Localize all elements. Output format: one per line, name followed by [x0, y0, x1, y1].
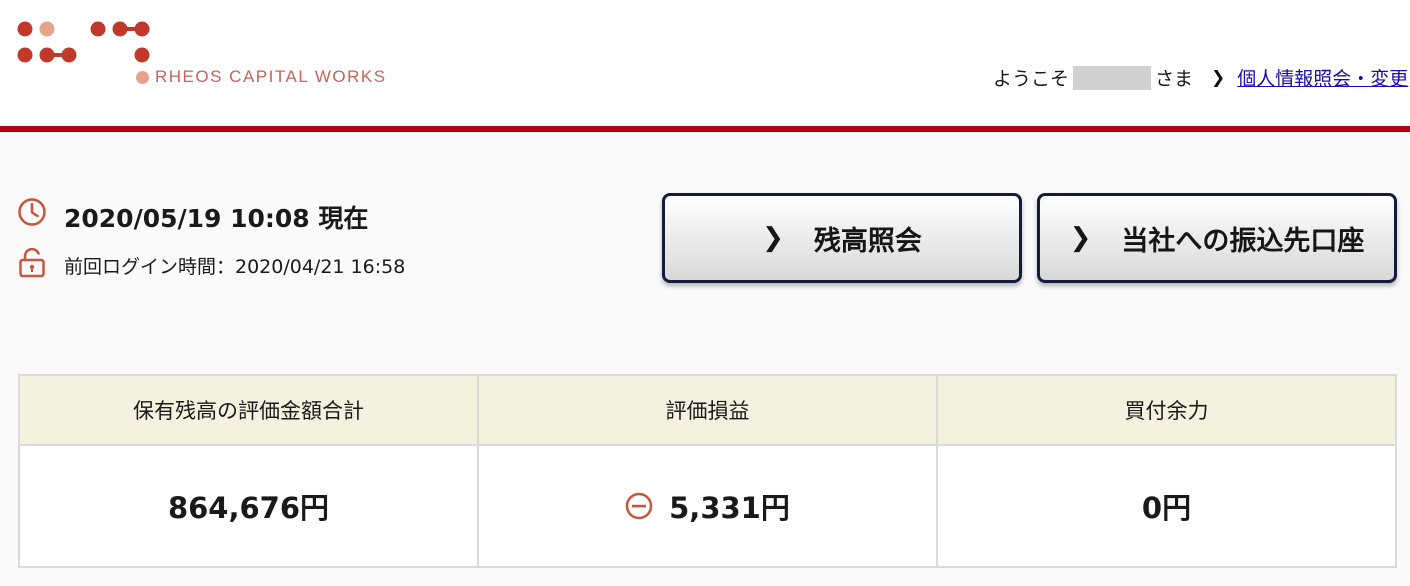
profile-link[interactable]: 個人情報照会・変更 — [1237, 64, 1408, 91]
buying-power-header: 買付余力 — [938, 376, 1395, 446]
rheos-logo-icon[interactable] — [16, 20, 156, 64]
chevron-right-icon: ❯ — [1069, 223, 1092, 253]
unrealized-pl-header: 評価損益 — [479, 376, 936, 446]
transfer-account-button[interactable]: ❯ 当社への振込先口座 — [1037, 193, 1397, 283]
welcome-suffix: さま — [1155, 68, 1194, 90]
current-datetime: 2020/05/19 10:08 現在 — [64, 204, 369, 233]
site-header: RHEOS CAPITAL WORKS ようこそ さま ❯ 個人情報照会・変更 — [0, 0, 1410, 128]
brand-text: RHEOS CAPITAL WORKS — [155, 67, 387, 86]
unrealized-pl-value: 5,331円 — [669, 491, 790, 525]
total-valuation-column: 保有残高の評価金額合計 864,676円 — [20, 376, 479, 566]
minus-circle-icon — [625, 492, 653, 520]
chevron-right-icon: ❯ — [1211, 67, 1226, 88]
buying-power-column: 買付余力 0円 — [938, 376, 1395, 566]
brand-dot-icon — [136, 70, 149, 84]
balance-inquiry-button[interactable]: ❯ 残高照会 — [662, 193, 1022, 283]
header-user-area: ようこそ さま ❯ 個人情報照会・変更 — [993, 64, 1408, 91]
total-valuation-header: 保有残高の評価金額合計 — [20, 376, 477, 446]
welcome-prefix: ようこそ — [993, 68, 1070, 90]
brand-name: RHEOS CAPITAL WORKS — [136, 67, 387, 87]
transfer-account-label: 当社への振込先口座 — [1121, 225, 1365, 257]
unrealized-pl-cell: 5,331円 — [479, 446, 936, 566]
clock-icon — [18, 198, 46, 226]
buying-power-value: 0円 — [1141, 491, 1192, 525]
unlock-icon — [19, 248, 45, 278]
last-login-time: 前回ログイン時間：2020/04/21 16:58 — [64, 256, 406, 278]
header-divider — [0, 126, 1410, 132]
total-valuation-value: 864,676円 — [167, 491, 330, 525]
balance-inquiry-label: 残高照会 — [813, 225, 922, 257]
welcome-message: ようこそ さま — [993, 64, 1193, 91]
redacted-username — [1073, 65, 1152, 90]
asset-summary-table: 保有残高の評価金額合計 864,676円 評価損益 5,331円 買付余力 0円 — [18, 374, 1397, 568]
chevron-right-icon: ❯ — [762, 223, 784, 253]
unrealized-pl-column: 評価損益 5,331円 — [479, 376, 938, 566]
